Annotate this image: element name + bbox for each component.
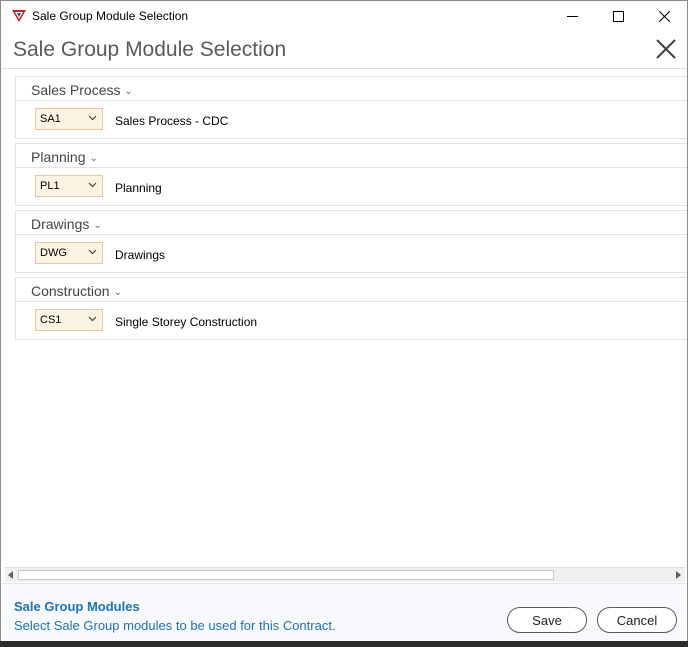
module-code-value: CS1 bbox=[40, 314, 62, 326]
group-drawings: Drawings ⌄ DWG Drawings bbox=[15, 210, 687, 273]
group-title: Drawings ⌄ bbox=[31, 216, 102, 232]
group-construction: Construction ⌄ CS1 Single Storey Construc… bbox=[15, 277, 687, 340]
module-name: Single Storey Construction bbox=[115, 315, 258, 329]
close-icon[interactable] bbox=[654, 37, 678, 61]
save-button[interactable]: Save bbox=[507, 607, 587, 633]
cancel-button[interactable]: Cancel bbox=[597, 607, 677, 633]
footer-title: Sale Group Modules bbox=[14, 599, 140, 614]
group-title: Planning ⌄ bbox=[31, 149, 98, 165]
minimize-icon bbox=[566, 15, 578, 17]
module-row: DWG Drawings bbox=[16, 235, 687, 272]
chevron-down-icon: ⌄ bbox=[93, 220, 102, 231]
chevron-down-icon bbox=[88, 115, 97, 121]
module-name: Planning bbox=[115, 181, 162, 195]
maximize-button[interactable] bbox=[595, 1, 641, 31]
horizontal-scrollbar[interactable] bbox=[5, 567, 685, 582]
module-code-value: DWG bbox=[40, 247, 67, 259]
module-row: CS1 Single Storey Construction bbox=[16, 302, 687, 339]
dialog-footer: Sale Group Modules Select Sale Group mod… bbox=[2, 583, 686, 642]
module-code-select[interactable]: SA1 bbox=[35, 108, 103, 130]
page-title: Sale Group Module Selection bbox=[13, 38, 287, 61]
app-logo-icon bbox=[12, 10, 26, 22]
scroll-left-icon[interactable] bbox=[8, 571, 14, 579]
footer-description: Select Sale Group modules to be used for… bbox=[14, 618, 336, 633]
group-header[interactable]: Drawings ⌄ bbox=[16, 211, 687, 235]
title-bar[interactable]: Sale Group Module Selection bbox=[1, 1, 687, 31]
module-code-value: PL1 bbox=[40, 180, 60, 192]
group-header[interactable]: Planning ⌄ bbox=[16, 144, 687, 168]
group-planning: Planning ⌄ PL1 Planning bbox=[15, 143, 687, 206]
maximize-icon bbox=[612, 10, 624, 22]
group-header[interactable]: Sales Process ⌄ bbox=[16, 77, 687, 101]
window-close-button[interactable] bbox=[641, 1, 687, 31]
module-code-value: SA1 bbox=[40, 113, 61, 125]
window-title: Sale Group Module Selection bbox=[32, 9, 189, 23]
chevron-down-icon: ⌄ bbox=[89, 153, 98, 164]
group-title: Sales Process ⌄ bbox=[31, 82, 133, 98]
chevron-down-icon bbox=[88, 249, 97, 255]
module-code-select[interactable]: PL1 bbox=[35, 175, 103, 197]
chevron-down-icon: ⌄ bbox=[113, 287, 122, 298]
dialog-header: Sale Group Module Selection bbox=[2, 32, 686, 69]
scroll-right-icon[interactable] bbox=[675, 571, 681, 579]
module-code-select[interactable]: DWG bbox=[35, 242, 103, 264]
group-title: Construction ⌄ bbox=[31, 283, 122, 299]
module-name: Drawings bbox=[115, 248, 166, 262]
close-icon bbox=[658, 10, 670, 22]
group-sales-process: Sales Process ⌄ SA1 Sales Process - CDC bbox=[15, 76, 687, 139]
module-row: SA1 Sales Process - CDC bbox=[16, 101, 687, 138]
chevron-down-icon: ⌄ bbox=[124, 86, 133, 97]
module-row: PL1 Planning bbox=[16, 168, 687, 205]
dialog-window: Sale Group Module Selection Sale Group M… bbox=[0, 0, 688, 643]
minimize-button[interactable] bbox=[549, 1, 595, 31]
module-groups: Sales Process ⌄ SA1 Sales Process - CDC P… bbox=[15, 76, 687, 344]
module-name: Sales Process - CDC bbox=[115, 114, 229, 128]
chevron-down-icon bbox=[88, 182, 97, 188]
group-header[interactable]: Construction ⌄ bbox=[16, 278, 687, 302]
background-app-strip bbox=[0, 641, 688, 647]
chevron-down-icon bbox=[88, 316, 97, 322]
scrollbar-thumb[interactable] bbox=[18, 570, 554, 580]
module-code-select[interactable]: CS1 bbox=[35, 309, 103, 331]
